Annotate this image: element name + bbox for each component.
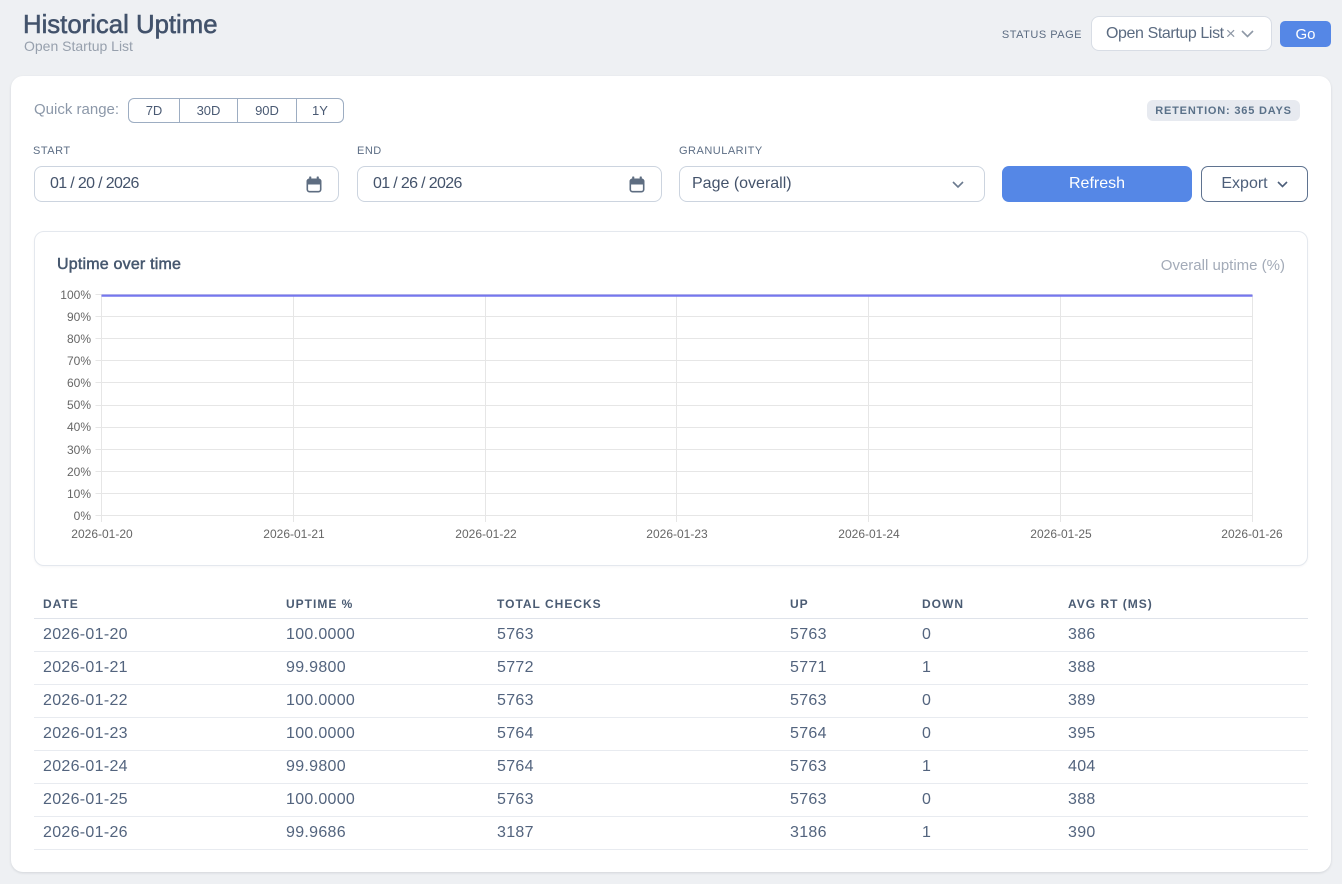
svg-text:2026-01-24: 2026-01-24 bbox=[838, 527, 900, 541]
svg-text:40%: 40% bbox=[67, 420, 91, 434]
svg-text:2026-01-21: 2026-01-21 bbox=[263, 527, 325, 541]
svg-text:2026-01-25: 2026-01-25 bbox=[1030, 527, 1092, 541]
svg-text:80%: 80% bbox=[67, 332, 91, 346]
svg-text:30%: 30% bbox=[67, 443, 91, 457]
svg-text:60%: 60% bbox=[67, 376, 91, 390]
svg-text:10%: 10% bbox=[67, 487, 91, 501]
svg-text:70%: 70% bbox=[67, 354, 91, 368]
svg-text:50%: 50% bbox=[67, 398, 91, 412]
svg-text:100%: 100% bbox=[60, 288, 91, 302]
svg-text:2026-01-20: 2026-01-20 bbox=[71, 527, 133, 541]
svg-text:2026-01-22: 2026-01-22 bbox=[455, 527, 517, 541]
svg-text:2026-01-26: 2026-01-26 bbox=[1221, 527, 1283, 541]
svg-text:20%: 20% bbox=[67, 465, 91, 479]
svg-text:0%: 0% bbox=[74, 509, 92, 523]
svg-text:90%: 90% bbox=[67, 310, 91, 324]
svg-text:2026-01-23: 2026-01-23 bbox=[646, 527, 708, 541]
